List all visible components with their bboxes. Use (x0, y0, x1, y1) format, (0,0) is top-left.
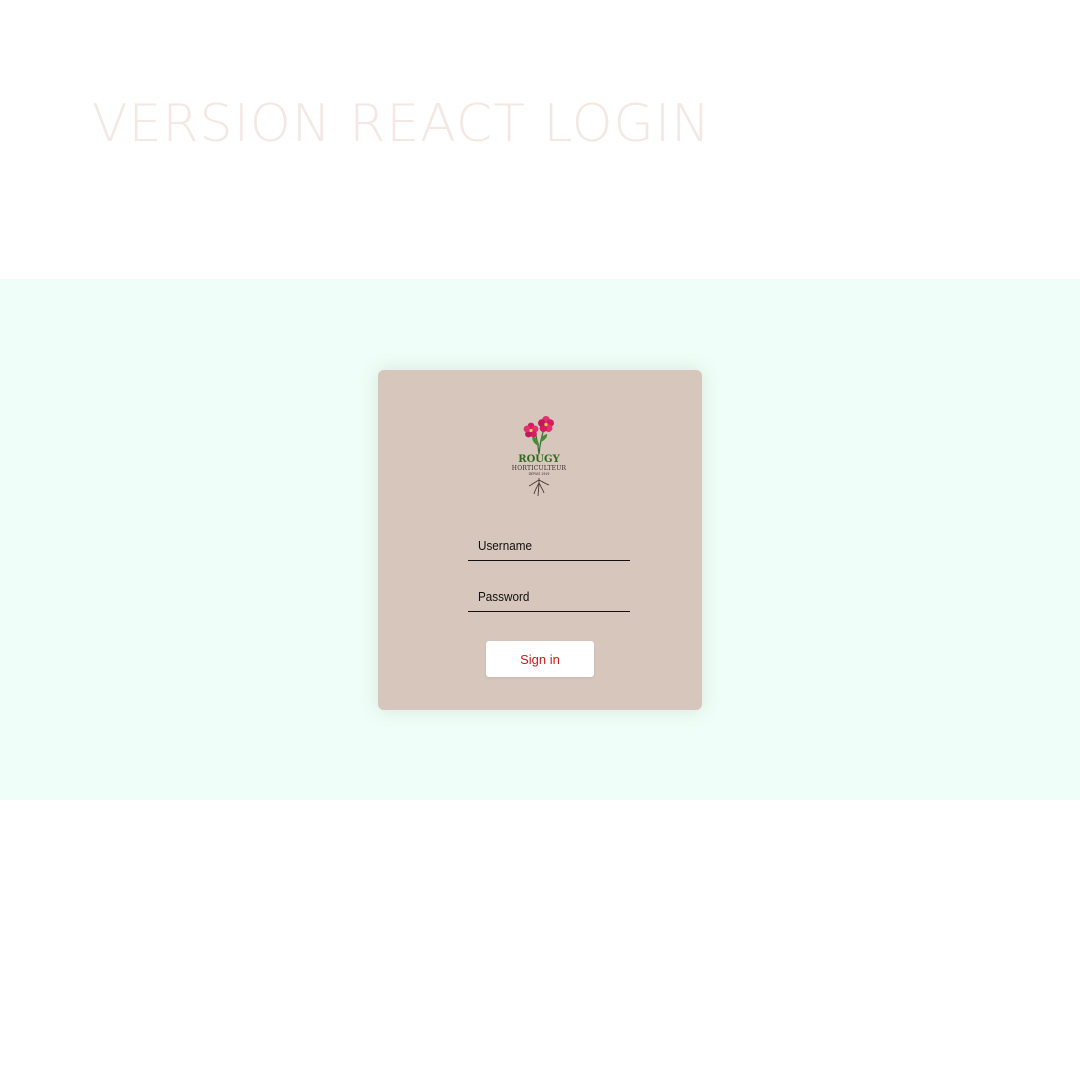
password-input[interactable] (468, 582, 630, 612)
login-card: ROUGY HORTICULTEUR DEPUIS 1919 Sign in (378, 370, 702, 710)
logo-tagline-text: DEPUIS 1919 (529, 472, 550, 476)
logo-brand-text: ROUGY (518, 454, 560, 465)
page: VERSION REACT LOGIN ROUGY HORTICULTEUR D… (0, 0, 1080, 1080)
username-input[interactable] (468, 531, 630, 561)
logo-subtitle-text: HORTICULTEUR (512, 465, 567, 472)
sign-in-button[interactable]: Sign in (486, 641, 594, 677)
flower-logo-icon: ROUGY HORTICULTEUR DEPUIS 1919 (509, 414, 571, 498)
page-title: VERSION REACT LOGIN (92, 94, 712, 154)
